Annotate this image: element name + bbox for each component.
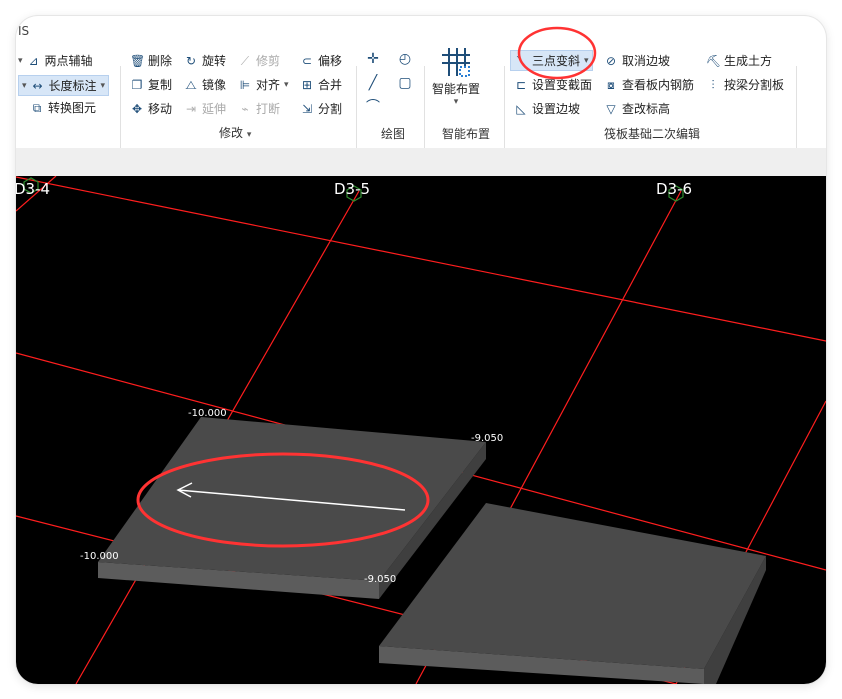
app-title: IS xyxy=(18,24,30,38)
offset-button[interactable]: ⊂ 偏移 xyxy=(300,52,342,69)
trash-icon: 🗑 xyxy=(130,53,146,68)
convert-icon: ⧉ xyxy=(32,100,42,115)
extend-button[interactable]: ⇥ 延伸 xyxy=(184,100,226,117)
align-button[interactable]: ⊫ 对齐 ▾ xyxy=(238,76,289,93)
separator xyxy=(120,66,121,161)
rotate-icon: ↻ xyxy=(185,53,197,68)
chevron-down-icon: ▾ xyxy=(18,55,23,66)
earthwork-icon: ⛏ xyxy=(706,53,722,68)
separator xyxy=(356,66,357,161)
elevation-label: -9.050 xyxy=(364,574,396,585)
cancel-slope-icon: ⊘ xyxy=(605,53,617,68)
sloped-raft-slab[interactable] xyxy=(98,417,486,599)
align-icon: ⊫ xyxy=(239,77,251,92)
two-point-axis-button[interactable]: ▾ ⊿ 两点辅轴 xyxy=(18,52,93,69)
set-edge-slope-button[interactable]: ◺ 设置边坡 xyxy=(514,100,580,117)
separator xyxy=(504,66,505,161)
slope-icon: ⟍ xyxy=(516,53,526,68)
smart-layout-group-label: 智能布置 xyxy=(442,127,491,141)
elevation-label: -10.000 xyxy=(80,551,119,562)
break-button[interactable]: ⌁ 打断 xyxy=(238,100,280,117)
point-icon[interactable]: ✛ xyxy=(364,50,382,68)
cancel-edge-slope-button[interactable]: ⊘ 取消边坡 xyxy=(604,52,670,69)
raft-slab[interactable] xyxy=(379,503,766,684)
convert-element-button[interactable]: ⧉ 转换图元 xyxy=(30,99,96,116)
model-view[interactable]: D3-4 D3-5 D3-6 -10.000 -9.050 -10.000 -9… xyxy=(16,175,826,684)
draw-group-label: 绘图 xyxy=(381,127,406,141)
axis-label: D3-4 xyxy=(16,180,50,198)
view-inner-rebar-button[interactable]: ⧇ 查看板内钢筋 xyxy=(604,76,694,93)
line-icon[interactable]: ╱ xyxy=(364,74,382,92)
app-window: IS ▾ ⊿ 两点辅轴 ▾ ↔ 长度标注 ▾ ⧉ 转换图元 🗑 删除 ↻ 旋转 ⟋ 修… xyxy=(16,16,826,684)
merge-button[interactable]: ⊞ 合并 xyxy=(300,76,342,93)
axis-icon: ⊿ xyxy=(28,53,39,68)
circle-icon[interactable]: ◴ xyxy=(396,50,414,68)
slab-top xyxy=(379,503,766,669)
chevron-down-icon: ▾ xyxy=(100,80,106,91)
chevron-down-icon: ▾ xyxy=(584,55,589,66)
grid-line xyxy=(16,176,826,342)
three-point-slope-button[interactable]: ⟍ 三点变斜 ▾ xyxy=(510,50,593,71)
trim-icon: ⟋ xyxy=(240,53,250,68)
merge-icon: ⊞ xyxy=(301,77,313,92)
section-icon: ⊏ xyxy=(515,77,527,92)
ribbon-toolbar: ▾ ⊿ 两点辅轴 ▾ ↔ 长度标注 ▾ ⧉ 转换图元 🗑 删除 ↻ 旋转 ⟋ 修剪 ⊂… xyxy=(16,38,826,161)
copy-button[interactable]: ❐ 复制 xyxy=(130,76,172,93)
length-dimension-button[interactable]: ▾ ↔ 长度标注 ▾ xyxy=(18,75,110,96)
set-variable-section-button[interactable]: ⊏ 设置变截面 xyxy=(514,76,592,93)
view-edit-elevation-button[interactable]: ▽ 查改标高 xyxy=(604,100,670,117)
mirror-button[interactable]: ⧍ 镜像 xyxy=(184,76,226,93)
split-icon: ⇲ xyxy=(301,101,313,116)
drawing-canvas[interactable]: D3-4 D3-5 D3-6 -10.000 -9.050 -10.000 -9… xyxy=(16,175,826,684)
mirror-icon: ⧍ xyxy=(185,77,197,92)
break-icon: ⌁ xyxy=(241,101,249,116)
offset-icon: ⊂ xyxy=(301,53,313,68)
edge-slope-icon: ◺ xyxy=(516,101,526,116)
axis-label: D3-5 xyxy=(334,180,370,198)
modify-group-label[interactable]: 修改 ▾ xyxy=(219,124,251,141)
rectangle-icon[interactable]: ▢ xyxy=(396,74,414,92)
chevron-down-icon: ▾ xyxy=(246,130,252,140)
generate-earthwork-button[interactable]: ⛏ 生成土方 xyxy=(706,52,772,69)
arc-icon[interactable]: ⌒ xyxy=(364,98,382,116)
separator xyxy=(424,66,425,161)
rotate-button[interactable]: ↻ 旋转 xyxy=(184,52,226,69)
move-button[interactable]: ✥ 移动 xyxy=(130,100,172,117)
split-button[interactable]: ⇲ 分割 xyxy=(300,100,342,117)
trim-button[interactable]: ⟋ 修剪 xyxy=(238,52,280,69)
chevron-down-icon: ▾ xyxy=(22,80,27,91)
tab-strip xyxy=(16,148,826,176)
beam-split-icon: ⫶ xyxy=(711,77,715,92)
rebar-icon: ⧇ xyxy=(607,77,615,92)
dimension-icon: ↔ xyxy=(32,78,43,93)
elevation-label: -10.000 xyxy=(188,408,227,419)
move-icon: ✥ xyxy=(131,101,143,116)
chevron-down-icon: ▾ xyxy=(284,79,289,90)
extend-icon: ⇥ xyxy=(185,101,197,116)
chevron-down-icon: ▾ xyxy=(453,97,459,107)
axis-label: D3-6 xyxy=(656,180,692,198)
elevation-label: -9.050 xyxy=(471,433,503,444)
copy-icon: ❐ xyxy=(131,77,143,92)
split-by-beam-button[interactable]: ⫶ 按梁分割板 xyxy=(706,76,784,93)
elevation-icon: ▽ xyxy=(606,101,616,116)
delete-button[interactable]: 🗑 删除 xyxy=(130,52,172,69)
separator xyxy=(796,66,797,161)
smart-layout-icon xyxy=(442,48,470,77)
smart-layout-button[interactable]: 智能布置 ▾ xyxy=(432,46,480,107)
raft-edit-group-label: 筏板基础二次编辑 xyxy=(604,127,701,141)
